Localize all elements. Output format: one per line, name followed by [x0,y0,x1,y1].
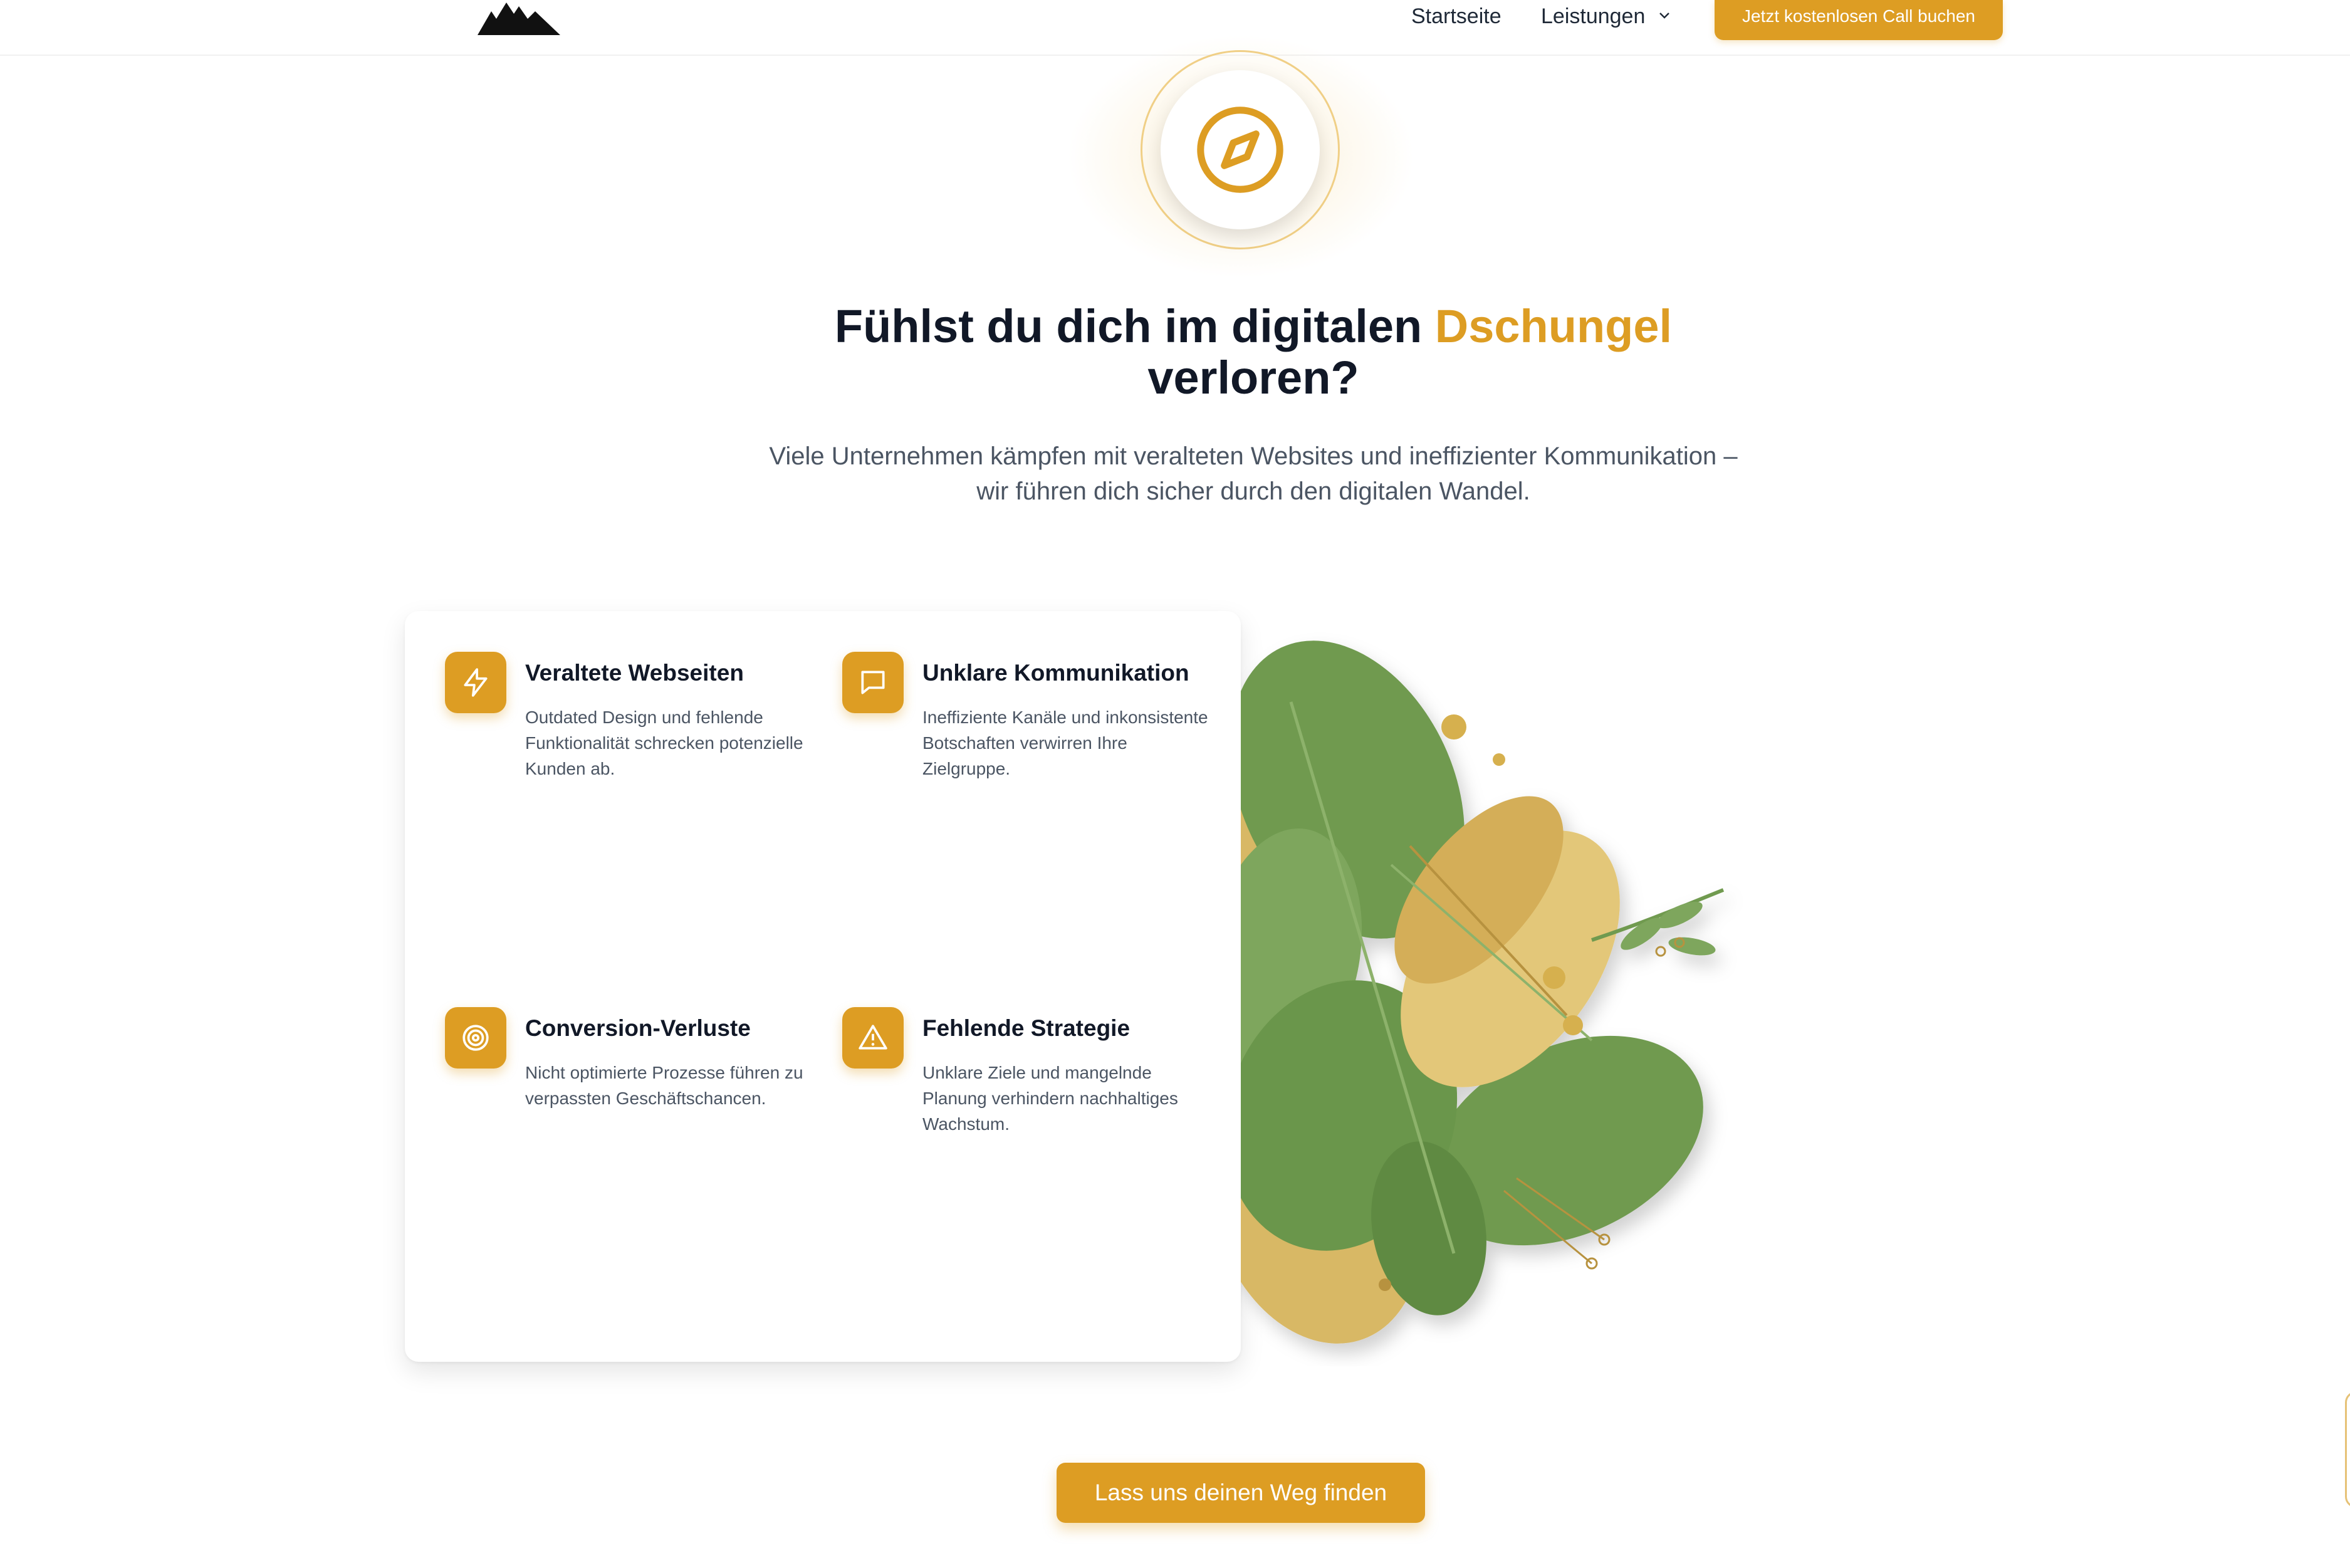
feature-description: Nicht optimierte Prozesse führen zu verp… [525,1063,803,1108]
compass-icon [1197,107,1283,193]
target-icon [445,1007,506,1069]
find-your-way-button[interactable]: Lass uns deinen Weg finden [1057,1463,1425,1523]
side-widget-tab[interactable] [2345,1391,2350,1508]
book-call-button[interactable]: Jetzt kostenlosen Call buchen [1715,0,2003,40]
subtitle-line-1: Viele Unternehmen kämpfen mit veralteten… [769,442,1738,470]
nav-link-startseite[interactable]: Startseite [1411,0,1501,33]
title-part-1: Fühlst du dich im digitalen [834,300,1435,352]
title-part-2: verloren? [1147,352,1359,404]
feature-title: Conversion-Verluste [525,1015,751,1041]
feature-title: Unklare Kommunikation [922,660,1189,686]
jungle-leaves-illustration [1241,640,1725,1344]
chevron-down-icon[interactable] [1657,8,1672,23]
page-title: Fühlst du dich im digitalen Dschungel ve… [627,301,1880,404]
mountain-logo-icon[interactable] [478,0,560,35]
warning-triangle-icon [842,1007,904,1069]
problems-card: Veraltete Webseiten Outdated Design und … [405,611,1241,1362]
feature-description: Outdated Design und fehlende Funktionali… [525,708,803,778]
title-accent: Dschungel [1434,300,1673,352]
subtitle-line-2: wir führen dich sicher durch den digital… [976,478,1530,505]
feature-description: Unklare Ziele und mangelnde Planung verh… [922,1063,1178,1134]
lightning-icon [445,652,506,713]
nav-link-leistungen[interactable]: Leistungen [1541,0,1645,33]
feature-description: Ineffiziente Kanäle und inkonsistente Bo… [922,708,1208,778]
chat-bubble-icon [842,652,904,713]
feature-title: Veraltete Webseiten [525,660,744,686]
page-subtitle: Viele Unternehmen kämpfen mit veralteten… [689,439,1817,509]
feature-title: Fehlende Strategie [922,1015,1131,1041]
